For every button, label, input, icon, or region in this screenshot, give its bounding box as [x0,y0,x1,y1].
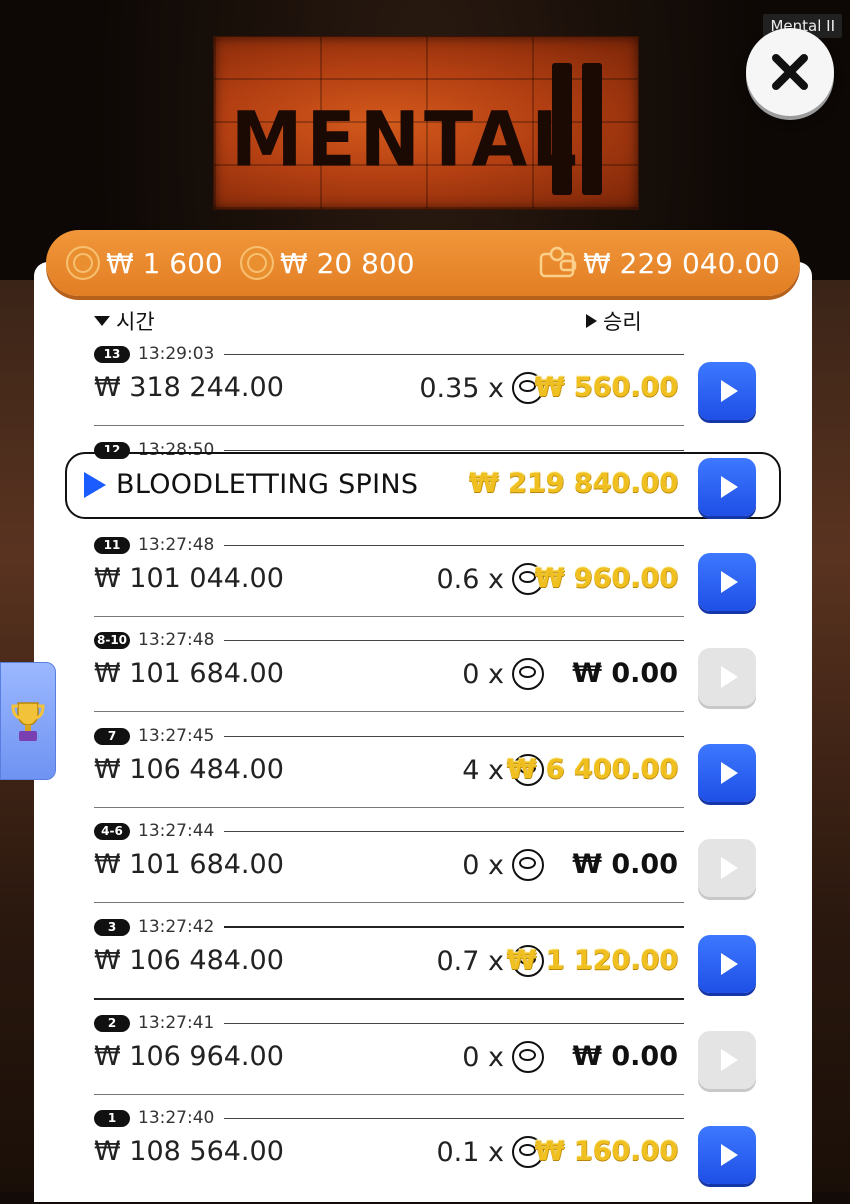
coin-icon [512,849,544,881]
multiplier: 0.1 x [437,1136,544,1168]
round-badge: 13 [94,345,130,363]
round-badge: 4-6 [94,822,130,840]
play-icon [720,666,738,688]
wallet-balance: ₩ 229 040.00 [539,230,780,296]
coin-icon [512,1041,544,1073]
round-badge: 8-10 [94,631,131,649]
balance-value: ₩ 101 684.00 [94,658,284,689]
logo-text: MENTAL [230,94,582,184]
win-amount: ₩ 1 120.00 [506,945,678,976]
replay-button-disabled [698,648,756,706]
logo-numeral-ii [552,63,612,195]
coin-value-text: ₩ 20 800 [280,246,415,280]
win-amount: ₩ 560.00 [534,372,678,403]
round-time: 13:29:03 [138,344,215,364]
round-time: 13:27:48 [138,535,215,555]
replay-button[interactable] [698,362,756,420]
history-row: 7 13:27:45 ₩ 106 484.00 4 x ₩ 6 400.00 [94,726,756,822]
close-icon [772,54,808,90]
coin-icon [66,246,100,280]
history-row: 8-10 13:27:48 ₩ 101 684.00 0 x ₩ 0.00 [94,630,756,726]
balance-bar: ₩ 1 600 ₩ 20 800 ₩ 229 040.00 [46,230,800,296]
replay-button-disabled [698,839,756,897]
history-row: 13 13:29:03 ₩ 318 244.00 0.35 x ₩ 560.00 [94,344,756,440]
win-column-label: 승리 [603,310,642,334]
win-amount: ₩ 0.00 [572,849,678,880]
wallet-icon [539,246,577,278]
time-column-header[interactable]: 시간 [94,306,155,336]
round-time: 13:27:42 [138,917,215,937]
trophy-button[interactable] [0,662,56,780]
coin-value: ₩ 20 800 [240,230,415,296]
play-icon [720,380,738,402]
coin-icon [512,658,544,690]
win-amount: ₩ 0.00 [572,1041,678,1072]
round-time: 13:27:44 [138,821,215,841]
multiplier: 0.6 x [437,563,544,595]
replay-button[interactable] [698,458,756,516]
round-time: 13:27:40 [138,1108,215,1128]
sort-icon [586,314,597,328]
play-icon [720,1049,738,1071]
play-icon [720,476,738,498]
round-time: 13:27:45 [138,726,215,746]
balance-value: ₩ 101 684.00 [94,849,284,880]
replay-button[interactable] [698,1126,756,1184]
play-icon [720,953,738,975]
multiplier: 0 x [462,658,544,690]
win-amount: ₩ 960.00 [534,563,678,594]
multiplier: 0 x [462,849,544,881]
round-badge: 3 [94,918,130,936]
time-column-label: 시간 [116,310,155,334]
history-row: 4-6 13:27:44 ₩ 101 684.00 0 x ₩ 0.00 [94,821,756,917]
bonus-label: BLOODLETTING SPINS [116,469,419,500]
balance-value: ₩ 108 564.00 [94,1136,284,1167]
play-icon [720,571,738,593]
balance-value: ₩ 318 244.00 [94,372,284,403]
sort-desc-icon [94,316,110,326]
coin-icon [240,246,274,280]
round-badge: 2 [94,1014,130,1032]
round-badge: 7 [94,727,130,745]
bet-value: ₩ 1 600 [106,246,223,280]
bet-amount: ₩ 1 600 [66,230,223,296]
balance-value: ₩ 106 964.00 [94,1041,284,1072]
expand-icon[interactable] [84,472,106,498]
play-icon [720,1144,738,1166]
history-row: 11 13:27:48 ₩ 101 044.00 0.6 x ₩ 960.00 [94,535,756,631]
multiplier: 0 x [462,1041,544,1073]
round-badge: 1 [94,1109,130,1127]
replay-button[interactable] [698,935,756,993]
win-amount: ₩ 0.00 [572,658,678,689]
multiplier: 0.35 x [419,372,544,404]
close-button[interactable] [746,28,834,116]
replay-button-disabled [698,1031,756,1089]
replay-button[interactable] [698,553,756,611]
play-icon [720,762,738,784]
balance-value: ₩ 106 484.00 [94,945,284,976]
balance-value: ₩ 101 044.00 [94,563,284,594]
game-logo: MENTAL [213,36,639,210]
history-row: 2 13:27:41 ₩ 106 964.00 0 x ₩ 0.00 [94,1013,756,1109]
wallet-value: ₩ 229 040.00 [583,246,780,280]
win-column-header[interactable]: 승리 [586,306,642,336]
round-badge: 11 [94,536,130,554]
win-amount: ₩ 160.00 [534,1136,678,1167]
round-time: 13:27:48 [138,630,215,650]
trophy-icon [11,702,45,741]
history-row: 1 13:27:40 ₩ 108 564.00 0.1 x ₩ 160.00 [94,1108,756,1204]
round-time: 13:27:41 [138,1013,215,1033]
history-row: 3 13:27:42 ₩ 106 484.00 0.7 x ₩ 1 120.00 [94,917,756,1013]
replay-button[interactable] [698,744,756,802]
balance-value: ₩ 106 484.00 [94,754,284,785]
play-icon [720,857,738,879]
win-amount: ₩ 6 400.00 [506,754,678,785]
